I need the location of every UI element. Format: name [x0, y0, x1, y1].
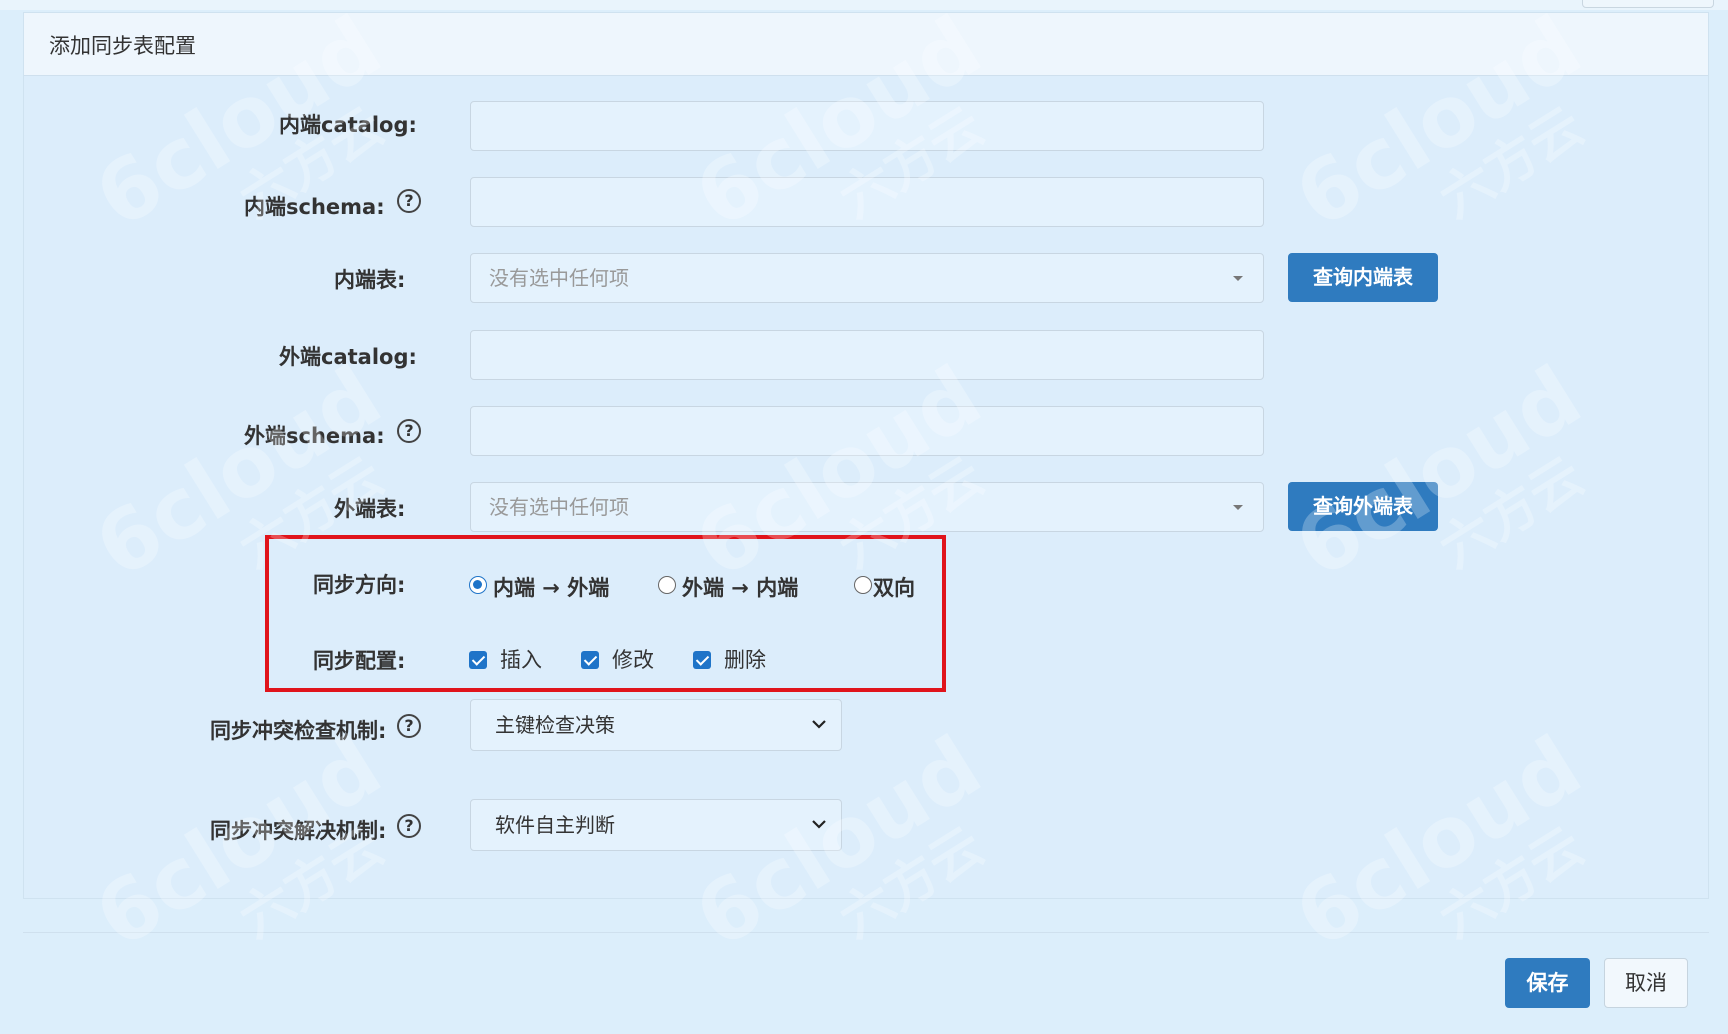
radio-bidirectional[interactable]: [854, 576, 872, 594]
outer-table-placeholder: 没有选中任何项: [489, 495, 629, 519]
panel-header: 添加同步表配置: [24, 13, 1708, 76]
inner-schema-label: 内端schema:: [244, 195, 385, 219]
radio-inner-to-outer-label: 内端 → 外端: [493, 576, 610, 600]
inner-table-label: 内端表:: [334, 268, 406, 292]
checkbox-insert[interactable]: [469, 651, 487, 669]
outer-schema-input[interactable]: [470, 406, 1264, 456]
checkbox-update[interactable]: [581, 651, 599, 669]
conflict-resolve-label: 同步冲突解决机制:: [210, 819, 387, 843]
conflict-resolve-help-icon[interactable]: ?: [397, 814, 421, 838]
checkbox-delete[interactable]: [693, 651, 711, 669]
radio-outer-to-inner[interactable]: [658, 576, 676, 594]
chevron-down-icon: [812, 720, 826, 729]
checkbox-delete-label: 删除: [724, 648, 766, 672]
inner-schema-help-icon[interactable]: ?: [397, 189, 421, 213]
inner-catalog-label: 内端catalog:: [279, 113, 417, 137]
sync-config-label: 同步配置:: [313, 649, 406, 673]
cancel-button[interactable]: 取消: [1604, 958, 1688, 1008]
save-button[interactable]: 保存: [1505, 958, 1590, 1008]
conflict-check-value: 主键检查决策: [495, 713, 615, 737]
inner-table-placeholder: 没有选中任何项: [489, 266, 629, 290]
outer-catalog-input[interactable]: [470, 330, 1264, 380]
checkbox-insert-label: 插入: [500, 648, 542, 672]
caret-down-icon: [1233, 505, 1243, 510]
inner-table-select[interactable]: 没有选中任何项: [470, 253, 1264, 303]
conflict-resolve-value: 软件自主判断: [495, 813, 615, 837]
chevron-down-icon: [812, 820, 826, 829]
outer-catalog-label: 外端catalog:: [279, 345, 417, 369]
top-strip: [0, 0, 1728, 10]
outer-schema-help-icon[interactable]: ?: [397, 419, 421, 443]
conflict-check-label: 同步冲突检查机制:: [210, 719, 387, 743]
inner-schema-input[interactable]: [470, 177, 1264, 227]
inner-catalog-input[interactable]: [470, 101, 1264, 151]
outer-table-select[interactable]: 没有选中任何项: [470, 482, 1264, 532]
caret-down-icon: [1233, 276, 1243, 281]
panel-title: 添加同步表配置: [49, 34, 196, 58]
checkbox-update-label: 修改: [612, 648, 654, 672]
sync-direction-label: 同步方向:: [313, 573, 406, 597]
radio-bidirectional-label: 双向: [873, 576, 915, 600]
radio-inner-to-outer[interactable]: [469, 576, 487, 594]
conflict-resolve-select[interactable]: 软件自主判断: [470, 799, 842, 851]
conflict-check-select[interactable]: 主键检查决策: [470, 699, 842, 751]
top-right-button-edge[interactable]: [1582, 0, 1714, 8]
query-outer-table-button[interactable]: 查询外端表: [1288, 482, 1438, 531]
outer-schema-label: 外端schema:: [244, 424, 385, 448]
query-inner-table-button[interactable]: 查询内端表: [1288, 253, 1438, 302]
outer-table-label: 外端表:: [334, 497, 406, 521]
conflict-check-help-icon[interactable]: ?: [397, 714, 421, 738]
radio-outer-to-inner-label: 外端 → 内端: [682, 576, 799, 600]
footer-divider: [23, 932, 1709, 933]
